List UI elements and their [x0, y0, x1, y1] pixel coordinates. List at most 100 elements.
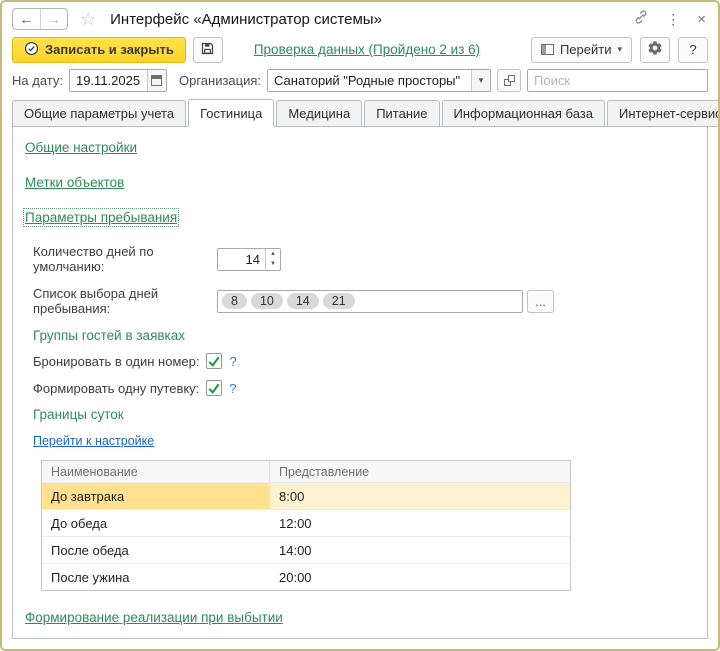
- titlebar-actions: ⋮ ×: [633, 9, 706, 30]
- data-check-link[interactable]: Проверка данных (Пройдено 2 из 6): [254, 42, 480, 57]
- single-voucher-row: Формировать одну путевку: ?: [33, 380, 695, 396]
- row-value-cell[interactable]: 14:00: [270, 537, 570, 563]
- help-question-icon[interactable]: ?: [229, 354, 236, 369]
- column-header-name[interactable]: Наименование: [42, 461, 270, 482]
- goto-label: Перейти: [560, 42, 612, 57]
- stay-parameters-link[interactable]: Параметры пребывания: [25, 210, 177, 225]
- date-value[interactable]: 19.11.2025: [70, 73, 147, 88]
- save-and-close-label: Записать и закрыть: [45, 42, 174, 57]
- single-voucher-checkbox[interactable]: [206, 380, 222, 396]
- gear-icon: [647, 40, 663, 59]
- column-header-value[interactable]: Представление: [270, 461, 570, 482]
- help-button[interactable]: ?: [678, 37, 708, 63]
- forward-arrow-icon: →: [47, 11, 61, 27]
- save-and-close-button[interactable]: Записать и закрыть: [12, 37, 186, 63]
- row-name-cell[interactable]: До завтрака: [42, 483, 270, 509]
- day-chip[interactable]: 21: [323, 293, 355, 309]
- tab-infobase[interactable]: Информационная база: [442, 100, 605, 127]
- close-icon[interactable]: ×: [697, 11, 706, 28]
- date-field[interactable]: 19.11.2025: [69, 69, 167, 92]
- more-menu-icon[interactable]: ⋮: [666, 11, 680, 28]
- organization-combobox[interactable]: Санаторий "Родные просторы" ▾: [267, 69, 491, 92]
- filter-bar: На дату: 19.11.2025 Организация: Санатор…: [2, 65, 718, 95]
- chevron-down-icon: ▾: [479, 75, 484, 86]
- general-settings-link[interactable]: Общие настройки: [25, 140, 137, 155]
- book-one-room-row: Бронировать в один номер: ?: [33, 353, 695, 369]
- organization-label: Организация:: [179, 73, 261, 88]
- command-bar-right: Перейти ▾ ?: [531, 37, 708, 63]
- tab-internet-services[interactable]: Интернет-сервисы: [607, 100, 720, 127]
- days-list-more-button[interactable]: ...: [527, 290, 554, 313]
- default-days-stepper[interactable]: 14 ▲ ▼: [217, 248, 281, 271]
- copy-link-icon[interactable]: [633, 9, 649, 30]
- day-chip[interactable]: 8: [222, 293, 247, 309]
- stepper-buttons: ▲ ▼: [265, 249, 280, 270]
- nav-history-group: ← →: [12, 8, 68, 30]
- book-one-room-checkbox[interactable]: [206, 353, 222, 369]
- floppy-disk-icon: [200, 41, 215, 59]
- days-list-label: Список выбора дней пребывания:: [33, 286, 217, 316]
- single-voucher-label: Формировать одну путевку:: [33, 381, 199, 396]
- departure-sales-link[interactable]: Формирование реализации при выбытии: [25, 610, 283, 625]
- organization-value[interactable]: Санаторий "Родные просторы": [268, 73, 471, 88]
- row-value-cell[interactable]: 12:00: [270, 510, 570, 536]
- open-in-window-icon: [504, 75, 515, 86]
- row-name-cell[interactable]: После ужина: [42, 564, 270, 590]
- back-button[interactable]: ←: [13, 9, 40, 29]
- default-days-value[interactable]: 14: [218, 252, 265, 267]
- days-list-field[interactable]: 8 10 14 21: [217, 290, 523, 313]
- search-field[interactable]: ×: [527, 69, 708, 92]
- default-days-row: Количество дней по умолчанию: 14 ▲ ▼: [33, 244, 695, 274]
- stepper-up-icon[interactable]: ▲: [266, 249, 280, 260]
- table-row[interactable]: После ужина 20:00: [42, 563, 570, 590]
- table-row[interactable]: До обеда 12:00: [42, 509, 570, 536]
- calendar-icon: [151, 75, 162, 86]
- goto-day-bounds-settings-link[interactable]: Перейти к настройке: [33, 434, 154, 448]
- book-one-room-label: Бронировать в один номер:: [33, 354, 199, 369]
- chevron-down-icon: ▾: [617, 44, 622, 55]
- save-button[interactable]: [193, 37, 223, 63]
- table-row[interactable]: До завтрака 8:00: [42, 482, 570, 509]
- row-value-cell[interactable]: 20:00: [270, 564, 570, 590]
- app-window: ← → ☆ Интерфейс «Администратор системы» …: [0, 0, 720, 651]
- calendar-picker-button[interactable]: [147, 70, 166, 91]
- table-header-row: Наименование Представление: [42, 461, 570, 482]
- goto-button[interactable]: Перейти ▾: [531, 37, 632, 63]
- day-bounds-section-title: Границы суток: [33, 407, 695, 422]
- hotel-tab-panel: Общие настройки Метки объектов Параметры…: [12, 126, 708, 639]
- search-input[interactable]: [528, 73, 708, 88]
- report-window-icon: [541, 44, 554, 55]
- date-label: На дату:: [12, 73, 63, 88]
- row-value-cell[interactable]: 8:00: [270, 483, 570, 509]
- settings-button[interactable]: [640, 37, 670, 63]
- tab-catering[interactable]: Питание: [364, 100, 439, 127]
- default-days-label: Количество дней по умолчанию:: [33, 244, 217, 274]
- help-label: ?: [689, 42, 696, 57]
- checkmark-icon: [208, 383, 220, 394]
- stepper-down-icon[interactable]: ▼: [266, 259, 280, 270]
- row-name-cell[interactable]: До обеда: [42, 510, 270, 536]
- bottom-links: Формирование реализации при выбытии Выгр…: [25, 605, 695, 639]
- object-tags-link[interactable]: Метки объектов: [25, 175, 124, 190]
- table-row[interactable]: После обеда 14:00: [42, 536, 570, 563]
- tab-medicine[interactable]: Медицина: [276, 100, 362, 127]
- command-bar: Записать и закрыть Проверка данных (Прой…: [2, 32, 718, 65]
- help-question-icon[interactable]: ?: [229, 381, 236, 396]
- check-circle-icon: [24, 41, 39, 59]
- favorite-star-icon[interactable]: ☆: [80, 10, 96, 28]
- checkmark-icon: [208, 356, 220, 367]
- days-list-row: Список выбора дней пребывания: 8 10 14 2…: [33, 286, 695, 316]
- day-chip[interactable]: 14: [287, 293, 319, 309]
- tab-bar: Общие параметры учета Гостиница Медицина…: [2, 95, 718, 126]
- day-chip[interactable]: 10: [251, 293, 283, 309]
- tab-general-accounting[interactable]: Общие параметры учета: [12, 100, 186, 127]
- titlebar: ← → ☆ Интерфейс «Администратор системы» …: [2, 2, 718, 32]
- forward-button[interactable]: →: [40, 9, 67, 29]
- row-name-cell[interactable]: После обеда: [42, 537, 270, 563]
- organization-open-button[interactable]: [497, 69, 521, 92]
- organization-dropdown-button[interactable]: ▾: [471, 70, 490, 91]
- day-bounds-table: Наименование Представление До завтрака 8…: [41, 460, 571, 591]
- tab-hotel[interactable]: Гостиница: [188, 99, 274, 127]
- back-arrow-icon: ←: [20, 11, 34, 27]
- guest-groups-section-title: Группы гостей в заявках: [33, 328, 695, 343]
